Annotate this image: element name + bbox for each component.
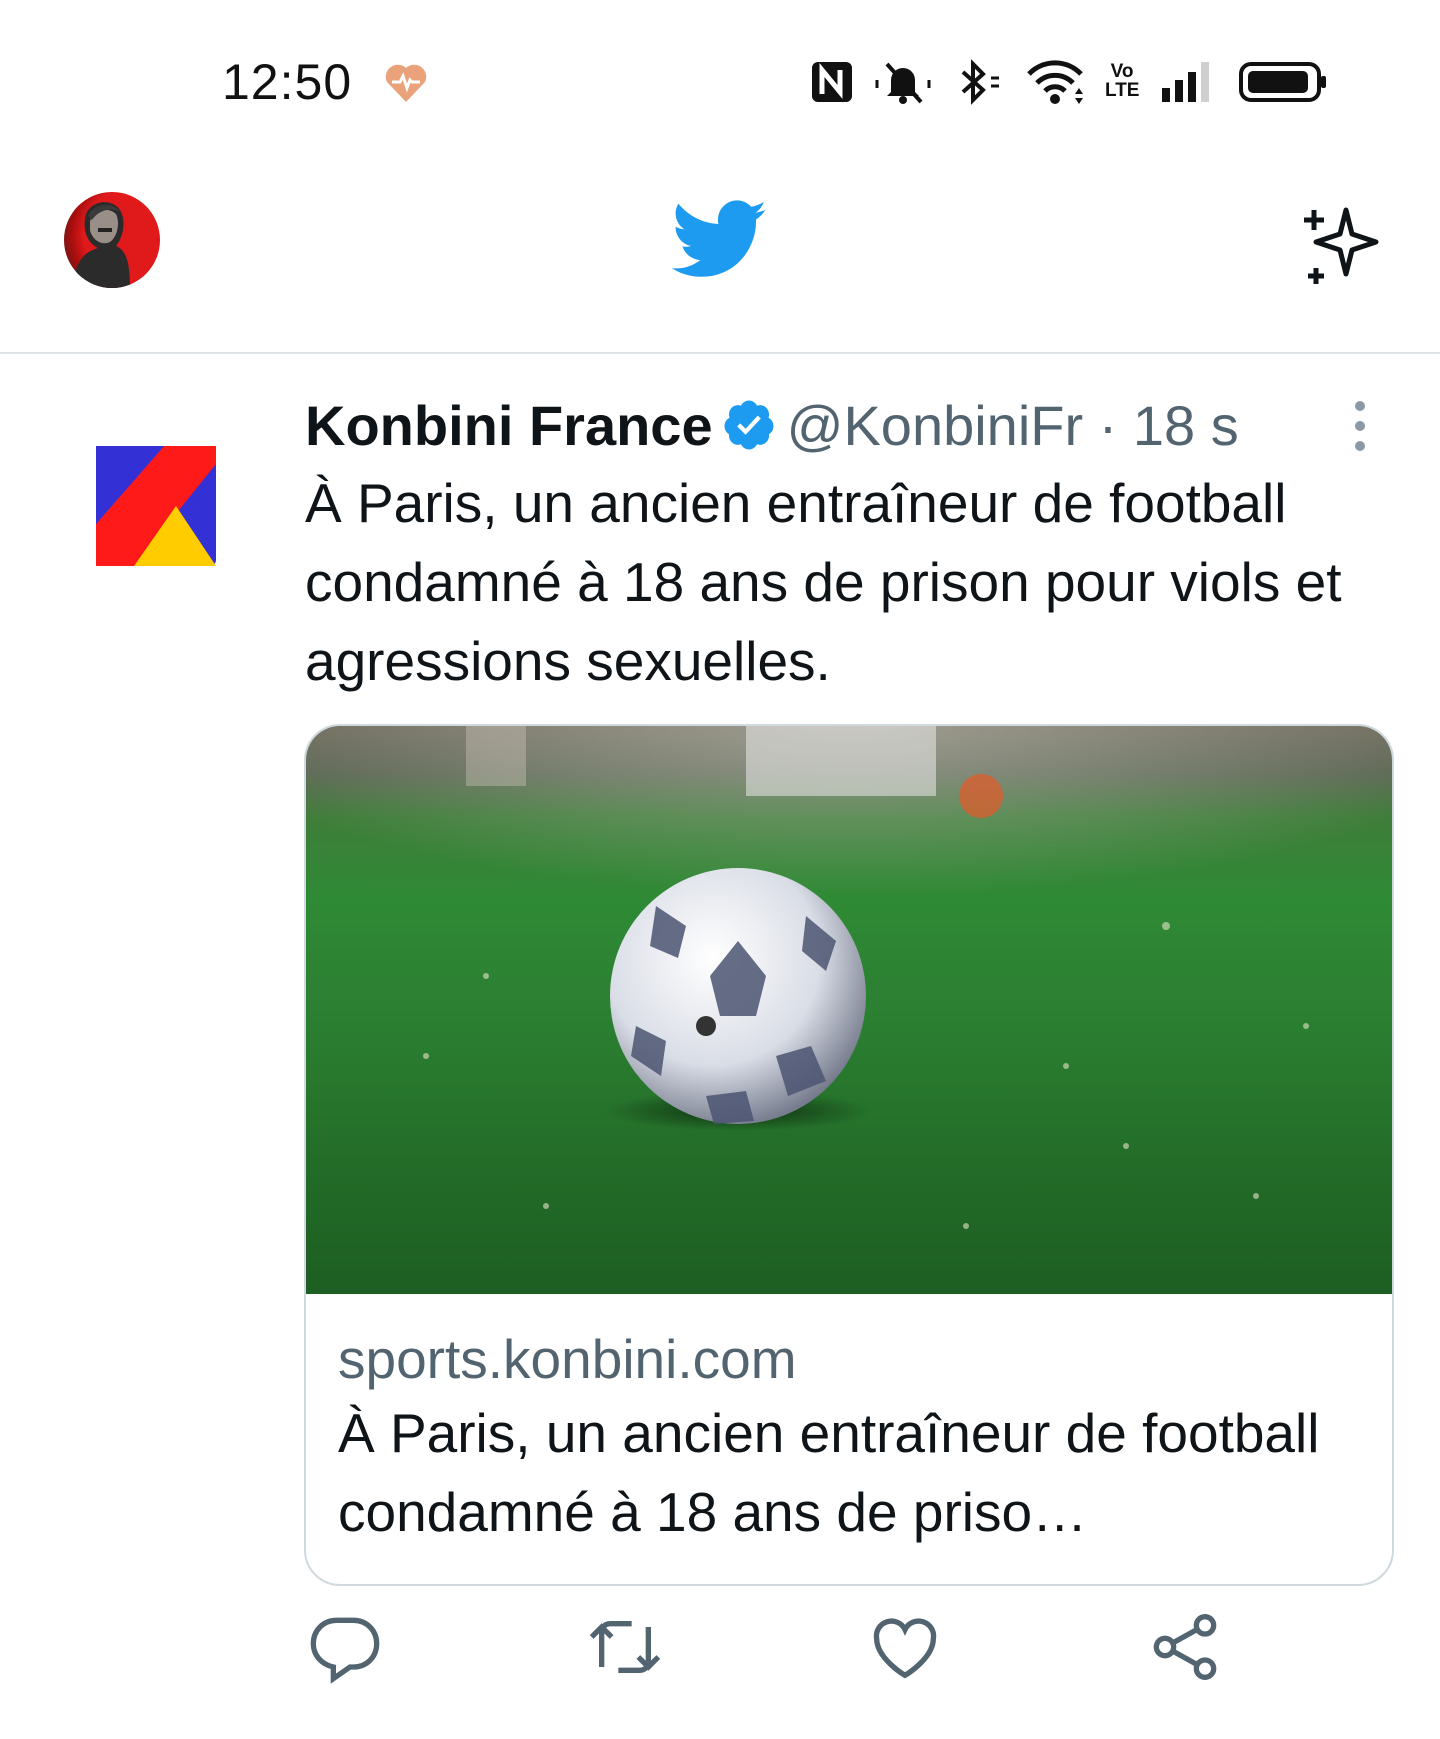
signal-icon	[1162, 62, 1209, 102]
nfc-icon	[812, 62, 852, 102]
tweet-timestamp[interactable]: 18 s	[1133, 394, 1239, 457]
card-title: À Paris, un ancien entraîneur de footbal…	[338, 1402, 1320, 1543]
author-handle[interactable]: @KonbiniFr	[787, 394, 1084, 457]
sparkle-icon[interactable]	[1290, 190, 1390, 290]
status-bar: 12:50 Vo LTE	[0, 0, 1440, 160]
link-card[interactable]: sports.konbini.com À Paris, un ancien en…	[304, 724, 1394, 1586]
profile-photo-icon	[74, 202, 130, 288]
health-icon	[385, 64, 427, 102]
separator-dot: ·	[1098, 394, 1118, 457]
volte-bottom-label: LTE	[1105, 80, 1140, 101]
reply-button[interactable]	[305, 1607, 385, 1687]
soccer-ball-image	[423, 726, 1309, 1229]
retweet-button[interactable]	[585, 1607, 665, 1687]
mute-icon	[875, 62, 931, 104]
volte-icon: Vo LTE	[1105, 62, 1139, 100]
share-icon	[1153, 1614, 1217, 1680]
card-domain: sports.konbini.com	[338, 1328, 797, 1390]
tweet[interactable]: Konbini France @KonbiniFr · 18 s À Paris,…	[0, 352, 1440, 1739]
share-button[interactable]	[1145, 1607, 1225, 1687]
battery-icon	[1239, 62, 1326, 102]
tweet-header: Konbini France @KonbiniFr · 18 s	[305, 388, 1239, 464]
app-header	[0, 160, 1440, 354]
card-image[interactable]	[306, 726, 1392, 1294]
retweet-icon	[589, 1621, 661, 1673]
reply-icon	[310, 1617, 380, 1684]
profile-avatar[interactable]	[64, 192, 160, 288]
wifi-icon	[1027, 60, 1083, 104]
status-time: 12:50	[222, 54, 353, 110]
like-button[interactable]	[865, 1607, 945, 1687]
verified-badge-icon	[724, 400, 774, 450]
tweet-text: À Paris, un ancien entraîneur de footbal…	[305, 472, 1342, 692]
author-name[interactable]: Konbini France	[305, 394, 713, 457]
volte-top-label: Vo	[1110, 61, 1134, 82]
like-icon	[873, 1618, 937, 1679]
more-options-icon[interactable]	[1340, 396, 1380, 460]
tweet-actions	[305, 1607, 1405, 1707]
konbini-logo-avatar[interactable]	[94, 444, 218, 568]
twitter-bird-icon[interactable]	[672, 198, 768, 282]
bluetooth-icon	[961, 59, 999, 105]
